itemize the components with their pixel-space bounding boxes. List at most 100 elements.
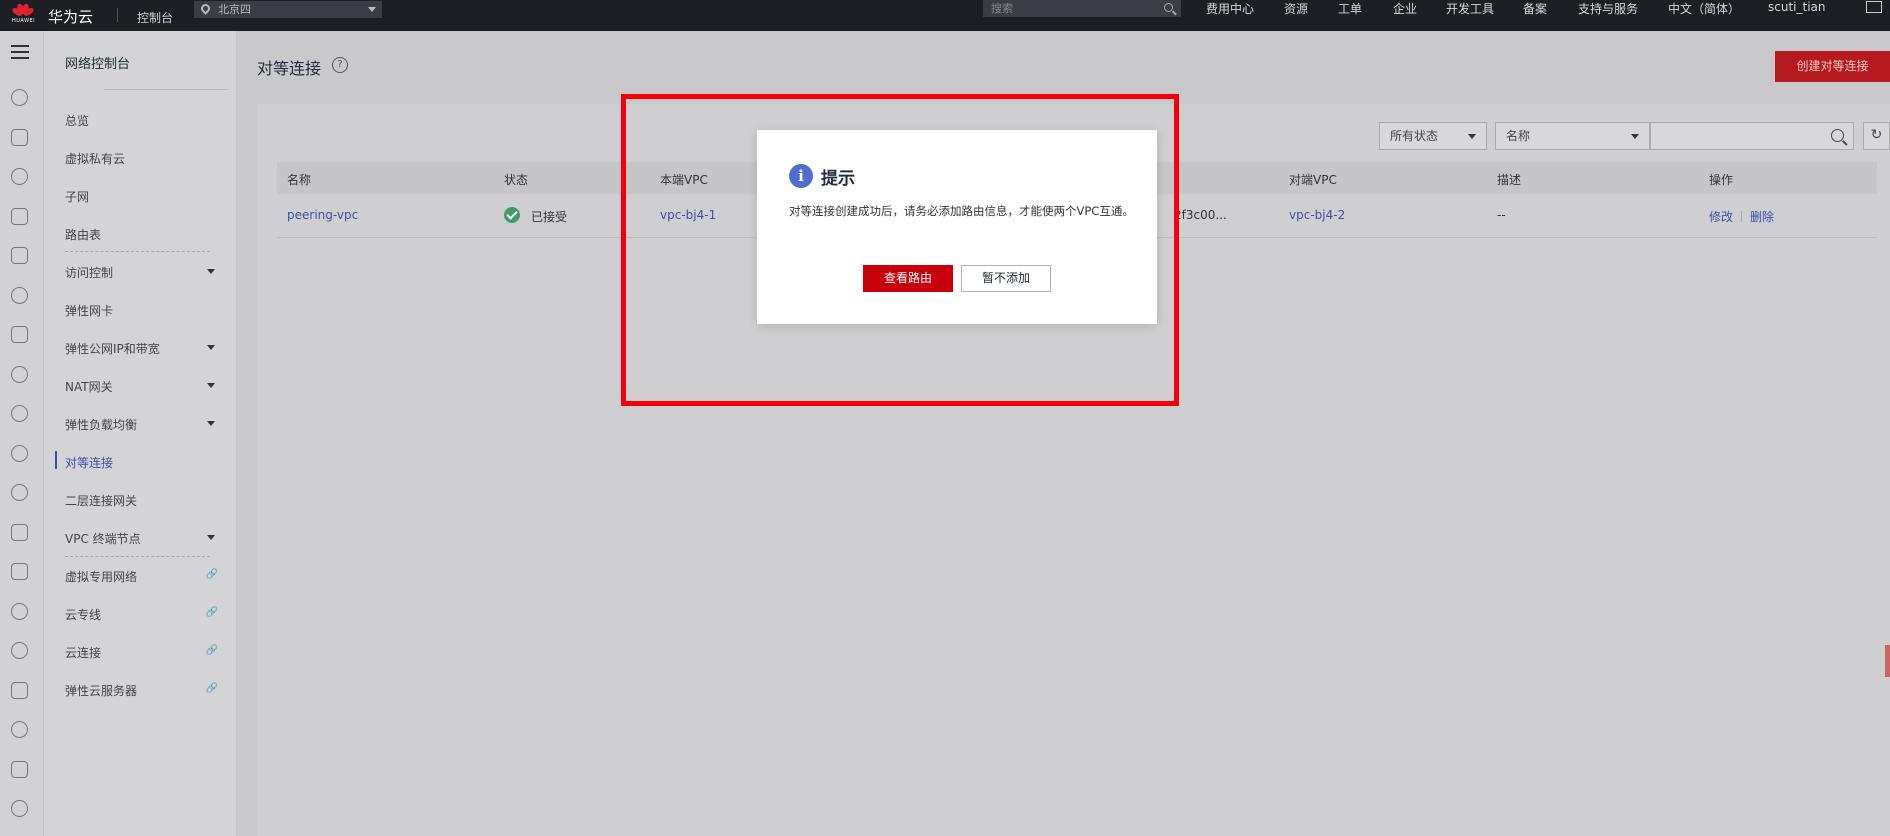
nav-support[interactable]: 支持与服务	[1578, 0, 1638, 17]
divider	[104, 89, 228, 90]
sidebar-item-eni[interactable]: 弹性网卡	[65, 302, 230, 319]
status-text: 已接受	[531, 210, 568, 224]
settings-icon[interactable]	[11, 800, 28, 817]
console-link[interactable]: 控制台	[137, 9, 173, 26]
document-icon[interactable]	[11, 247, 28, 264]
divider	[65, 556, 210, 557]
search-icon[interactable]	[1831, 129, 1844, 142]
shield-icon[interactable]	[11, 682, 28, 699]
scroll-indicator[interactable]	[1885, 645, 1890, 677]
cluster-icon[interactable]	[11, 642, 28, 659]
description-cell: --	[1497, 208, 1506, 222]
sidebar-item-l2-gateway[interactable]: 二层连接网关	[65, 492, 230, 509]
network-icon[interactable]	[11, 129, 28, 146]
page-title: 对等连接	[257, 59, 322, 78]
peering-name-link[interactable]: peering-vpc	[287, 208, 358, 222]
nav-enterprise[interactable]: 企业	[1393, 0, 1417, 17]
chevron-down-icon	[368, 7, 376, 12]
sidebar-item-overview[interactable]: 总览	[65, 112, 230, 129]
nav-billing[interactable]: 费用中心	[1206, 0, 1254, 17]
cloud-icon[interactable]	[11, 89, 28, 106]
chevron-down-icon	[1631, 134, 1639, 139]
sidebar-item-vpc-endpoint[interactable]: VPC 终端节点	[65, 530, 230, 547]
service-icon-rail	[0, 31, 44, 836]
status-filter-select[interactable]: 所有状态	[1379, 122, 1487, 150]
huawei-logo[interactable]: HUAWEI	[8, 2, 38, 26]
create-peering-button[interactable]: 创建对等连接	[1775, 51, 1890, 82]
grid-icon[interactable]	[11, 761, 28, 778]
search-input[interactable]	[1650, 122, 1854, 150]
external-link-icon: 🔗	[205, 683, 218, 694]
sidebar-item-access-control[interactable]: 访问控制	[65, 264, 230, 281]
nav-language[interactable]: 中文（简体）	[1668, 0, 1740, 17]
column-header-peer-vpc: 对端VPC	[1289, 173, 1337, 187]
database-icon[interactable]	[11, 168, 28, 185]
logo-text: HUAWEI	[12, 18, 36, 24]
active-indicator	[55, 451, 57, 469]
delete-button[interactable]: 删除	[1750, 210, 1774, 224]
nav-dev-tools[interactable]: 开发工具	[1446, 0, 1494, 17]
chevron-down-icon	[207, 421, 215, 426]
cloud-storage-icon[interactable]	[11, 287, 28, 304]
column-header-description: 描述	[1497, 173, 1522, 187]
divider	[117, 8, 118, 22]
search-placeholder: 搜索	[991, 2, 1013, 15]
field-filter-select[interactable]: 名称	[1495, 122, 1650, 150]
top-navigation-bar: HUAWEI 华为云 控制台 北京四 搜索 费用中心 资源 工单 企业 开发工具…	[0, 0, 1890, 31]
column-header-name: 名称	[287, 173, 312, 187]
global-search-input[interactable]: 搜索	[983, 0, 1181, 17]
chevron-down-icon	[207, 383, 215, 388]
sidebar-item-cloud-connect[interactable]: 云连接 🔗	[65, 644, 230, 661]
mail-icon[interactable]	[1866, 1, 1882, 13]
globe-icon[interactable]	[11, 366, 28, 383]
balance-icon[interactable]	[11, 326, 28, 343]
sidebar-item-label: 云专线	[65, 608, 102, 622]
tag-icon[interactable]	[11, 563, 28, 580]
sidebar-item-label: 弹性公网IP和带宽	[65, 342, 160, 356]
network-console-sidebar: 网络控制台 总览 虚拟私有云 子网 路由表 访问控制 弹性网卡 弹性公网IP和带…	[44, 31, 237, 836]
brand-name[interactable]: 华为云	[48, 6, 93, 27]
sidebar-item-nat[interactable]: NAT网关	[65, 378, 230, 395]
nav-user[interactable]: scuti_tian	[1768, 0, 1826, 14]
sidebar-item-label: 弹性云服务器	[65, 684, 138, 698]
sidebar-item-route-table[interactable]: 路由表	[65, 226, 230, 243]
cloud-server-icon[interactable]	[11, 484, 28, 501]
sidebar-item-subnet[interactable]: 子网	[65, 188, 230, 205]
sidebar-item-eip[interactable]: 弹性公网IP和带宽	[65, 340, 230, 357]
help-icon[interactable]: ?	[332, 57, 348, 73]
sidebar-item-vpc[interactable]: 虚拟私有云	[65, 150, 230, 167]
sidebar-item-ecs[interactable]: 弹性云服务器 🔗	[65, 682, 230, 699]
sidebar-item-label: NAT网关	[65, 380, 113, 394]
annotation-highlight-box	[621, 94, 1179, 406]
location-pin-icon	[199, 2, 212, 15]
cloud-sync-icon[interactable]	[11, 445, 28, 462]
external-link-icon: 🔗	[205, 645, 218, 656]
sidebar-item-label: 弹性负载均衡	[65, 418, 138, 432]
menu-icon[interactable]	[11, 45, 29, 59]
external-link-icon: 🔗	[205, 607, 218, 618]
sidebar-item-label: 虚拟专用网络	[65, 570, 138, 584]
search-icon[interactable]	[1164, 3, 1173, 12]
cloud-link-icon[interactable]	[11, 603, 28, 620]
nav-icp[interactable]: 备案	[1523, 0, 1547, 17]
refresh-icon[interactable]: ↻	[1863, 122, 1890, 150]
field-filter-value: 名称	[1506, 129, 1531, 143]
nav-resources[interactable]: 资源	[1284, 0, 1308, 17]
status-cell: 已接受	[504, 207, 568, 225]
edit-button[interactable]: 修改	[1709, 210, 1733, 224]
sidebar-item-direct-connect[interactable]: 云专线 🔗	[65, 606, 230, 623]
compass-icon[interactable]	[11, 405, 28, 422]
region-selector[interactable]: 北京四	[194, 1, 382, 18]
sidebar-item-vpc-peering[interactable]: 对等连接	[65, 454, 230, 471]
hexagon-icon[interactable]	[11, 524, 28, 541]
status-filter-value: 所有状态	[1390, 129, 1439, 143]
peer-vpc-link[interactable]: vpc-bj4-2	[1289, 208, 1345, 222]
external-link-icon: 🔗	[205, 569, 218, 580]
cloud-backup-icon[interactable]	[11, 721, 28, 738]
chevron-down-icon	[207, 269, 215, 274]
column-header-status: 状态	[504, 173, 529, 187]
sidebar-item-elb[interactable]: 弹性负载均衡	[65, 416, 230, 433]
sidebar-item-vpn[interactable]: 虚拟专用网络 🔗	[65, 568, 230, 585]
nav-tickets[interactable]: 工单	[1338, 0, 1362, 17]
phone-icon[interactable]	[11, 208, 28, 225]
